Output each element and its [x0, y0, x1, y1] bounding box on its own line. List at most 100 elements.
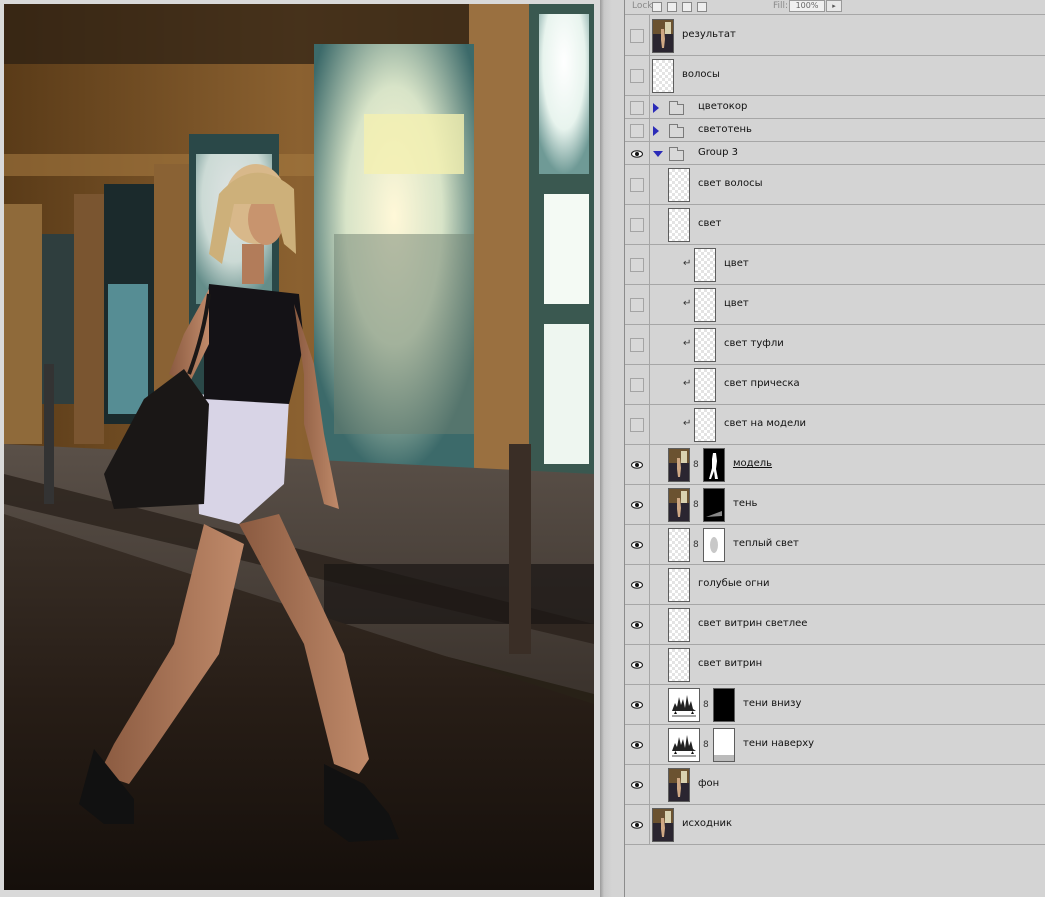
- triangle-right-icon[interactable]: [653, 103, 659, 113]
- layer-row[interactable]: свет витрин: [625, 645, 1045, 685]
- layer-name: цветокор: [698, 101, 748, 112]
- visibility-toggle[interactable]: [630, 178, 644, 192]
- canvas-shadow: [600, 0, 624, 897]
- chain-link-icon[interactable]: 8: [693, 539, 699, 551]
- layer-thumbnail[interactable]: [668, 648, 690, 682]
- layer-row[interactable]: ↵ свет туфли: [625, 325, 1045, 365]
- layer-thumbnail[interactable]: [668, 528, 690, 562]
- triangle-down-icon[interactable]: [653, 151, 663, 157]
- eye-icon[interactable]: [630, 818, 644, 832]
- layer-row[interactable]: 8 тени наверху: [625, 725, 1045, 765]
- visibility-toggle[interactable]: [630, 338, 644, 352]
- row-divider: [649, 365, 650, 404]
- visibility-toggle[interactable]: [630, 378, 644, 392]
- row-divider: [649, 405, 650, 444]
- fill-input[interactable]: 100%: [789, 0, 825, 12]
- visibility-toggle[interactable]: [630, 258, 644, 272]
- layer-row[interactable]: 8 модель: [625, 445, 1045, 485]
- fill-dropdown-arrow-icon[interactable]: ▸: [826, 0, 842, 12]
- layer-name: свет витрин: [698, 658, 763, 669]
- layer-mask-thumbnail[interactable]: [703, 528, 725, 562]
- layer-thumbnail[interactable]: [652, 808, 674, 842]
- layer-row[interactable]: исходник: [625, 805, 1045, 845]
- clipping-arrow-icon: ↵: [683, 338, 692, 349]
- layer-row[interactable]: свет: [625, 205, 1045, 245]
- layer-mask-thumbnail[interactable]: [713, 728, 735, 762]
- layer-thumbnail[interactable]: [652, 19, 674, 53]
- visibility-toggle[interactable]: [630, 29, 644, 43]
- layer-thumbnail[interactable]: [668, 168, 690, 202]
- layer-row[interactable]: голубые огни: [625, 565, 1045, 605]
- layer-row[interactable]: результат: [625, 15, 1045, 56]
- eye-icon[interactable]: [630, 498, 644, 512]
- layer-row[interactable]: ↵ свет на модели: [625, 405, 1045, 445]
- row-divider: [649, 245, 650, 284]
- visibility-toggle[interactable]: [630, 69, 644, 83]
- eye-icon[interactable]: [630, 147, 644, 161]
- visibility-toggle[interactable]: [630, 298, 644, 312]
- visibility-toggle[interactable]: [630, 418, 644, 432]
- layer-name: модель: [733, 458, 773, 469]
- layer-thumbnail[interactable]: [668, 768, 690, 802]
- layer-row[interactable]: цветокор: [625, 96, 1045, 119]
- eye-icon[interactable]: [630, 658, 644, 672]
- layer-thumbnail[interactable]: [668, 568, 690, 602]
- chain-link-icon[interactable]: 8: [693, 499, 699, 511]
- layer-name: цвет: [724, 298, 749, 309]
- triangle-right-icon[interactable]: [653, 126, 659, 136]
- layer-thumbnail[interactable]: [652, 59, 674, 93]
- chain-link-icon[interactable]: 8: [703, 739, 709, 751]
- layer-thumbnail[interactable]: [694, 328, 716, 362]
- layer-thumbnail[interactable]: [694, 248, 716, 282]
- layer-row[interactable]: волосы: [625, 56, 1045, 96]
- layer-row[interactable]: свет витрин светлее: [625, 605, 1045, 645]
- layer-mask-thumbnail[interactable]: [703, 488, 725, 522]
- layer-thumbnail[interactable]: [668, 208, 690, 242]
- layer-row[interactable]: Group 3: [625, 142, 1045, 165]
- layer-row[interactable]: светотень: [625, 119, 1045, 142]
- layer-mask-thumbnail[interactable]: [713, 688, 735, 722]
- layer-name: тени внизу: [743, 698, 802, 709]
- document-canvas[interactable]: [0, 0, 624, 897]
- layer-row[interactable]: фон: [625, 765, 1045, 805]
- lock-all-icon[interactable]: [697, 2, 707, 12]
- layer-row[interactable]: 8 тень: [625, 485, 1045, 525]
- layer-mask-thumbnail[interactable]: [703, 448, 725, 482]
- eye-icon[interactable]: [630, 578, 644, 592]
- layer-row[interactable]: 8 теплый свет: [625, 525, 1045, 565]
- layer-row[interactable]: ↵ цвет: [625, 245, 1045, 285]
- layer-thumbnail[interactable]: [668, 608, 690, 642]
- visibility-toggle[interactable]: [630, 218, 644, 232]
- layer-row[interactable]: 8 тени внизу: [625, 685, 1045, 725]
- layer-thumbnail[interactable]: [694, 368, 716, 402]
- chain-link-icon[interactable]: 8: [703, 699, 709, 711]
- row-divider: [649, 165, 650, 204]
- layer-thumbnail[interactable]: [694, 408, 716, 442]
- row-divider: [649, 645, 650, 684]
- eye-icon[interactable]: [630, 698, 644, 712]
- layer-name: тени наверху: [743, 738, 815, 749]
- eye-icon[interactable]: [630, 738, 644, 752]
- layer-thumbnail[interactable]: [694, 288, 716, 322]
- chain-link-icon[interactable]: 8: [693, 459, 699, 471]
- visibility-toggle[interactable]: [630, 101, 644, 115]
- eye-icon[interactable]: [630, 618, 644, 632]
- eye-icon[interactable]: [630, 538, 644, 552]
- levels-adjustment-icon[interactable]: [668, 688, 700, 722]
- visibility-toggle[interactable]: [630, 124, 644, 138]
- layer-row[interactable]: ↵ цвет: [625, 285, 1045, 325]
- layer-row[interactable]: свет волосы: [625, 165, 1045, 205]
- lock-image-icon[interactable]: [667, 2, 677, 12]
- photo-image: [4, 4, 594, 890]
- layer-thumbnail[interactable]: [668, 448, 690, 482]
- layer-thumbnail[interactable]: [668, 488, 690, 522]
- lock-transparency-icon[interactable]: [652, 2, 662, 12]
- row-divider: [649, 15, 650, 55]
- row-divider: [649, 96, 650, 118]
- levels-adjustment-icon[interactable]: [668, 728, 700, 762]
- layer-row[interactable]: ↵ свет прическа: [625, 365, 1045, 405]
- lock-position-icon[interactable]: [682, 2, 692, 12]
- row-divider: [649, 685, 650, 724]
- eye-icon[interactable]: [630, 778, 644, 792]
- eye-icon[interactable]: [630, 458, 644, 472]
